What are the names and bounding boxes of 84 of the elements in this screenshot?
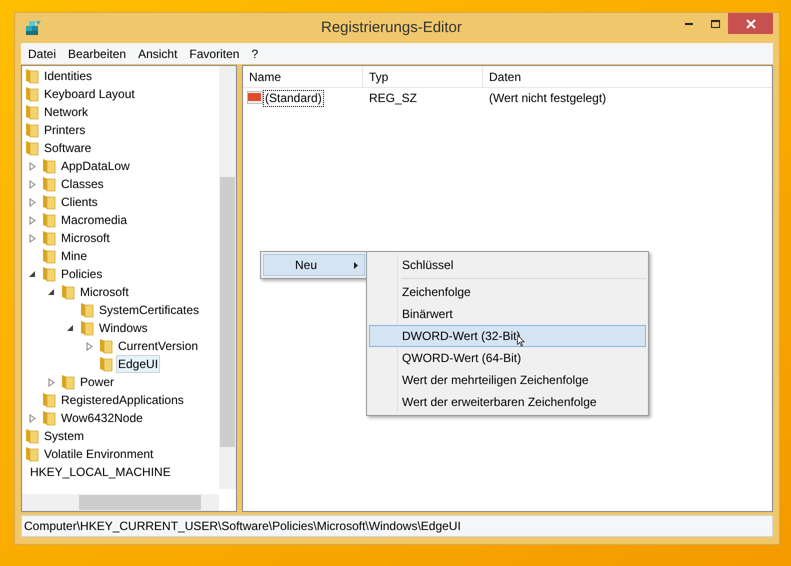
tree-item[interactable]: CurrentVersion <box>116 337 200 355</box>
folder-icon <box>25 122 39 138</box>
tree-item[interactable]: Network <box>42 103 90 121</box>
tree-item[interactable]: Volatile Environment <box>42 445 156 463</box>
tree-item[interactable]: Windows <box>97 319 150 337</box>
menu-item[interactable]: Neu <box>263 254 365 276</box>
expand-arrow-icon[interactable] <box>29 162 36 170</box>
expand-arrow-icon[interactable] <box>29 414 36 422</box>
close-icon <box>746 18 756 28</box>
tree-item[interactable]: AppDataLow <box>59 157 132 175</box>
collapse-arrow-icon[interactable] <box>67 324 74 332</box>
tree-item[interactable]: Classes <box>59 175 106 193</box>
table-cell-text: REG_SZ <box>368 90 418 107</box>
folder-icon <box>42 176 56 192</box>
expand-arrow-icon[interactable] <box>29 234 36 242</box>
expand-arrow-icon[interactable] <box>29 180 36 188</box>
registry-cubes-icon <box>25 20 42 36</box>
column-header[interactable]: Typ <box>363 66 483 87</box>
folder-icon <box>42 194 56 210</box>
tree-item[interactable]: Clients <box>59 193 100 211</box>
string-value-icon <box>247 91 263 105</box>
tree-item[interactable]: HKEY_LOCAL_MACHINE <box>28 463 173 481</box>
folder-icon <box>25 86 39 102</box>
folder-icon <box>25 446 39 462</box>
menu-item[interactable]: Zeichenfolge <box>369 281 646 303</box>
expand-arrow-icon[interactable] <box>48 378 55 386</box>
folder-icon <box>61 374 75 390</box>
menu-item[interactable]: Wert der erweiterbaren Zeichenfolge <box>369 391 646 413</box>
submenu-arrow-icon <box>354 262 358 268</box>
folder-icon <box>25 68 39 84</box>
column-header[interactable]: Name <box>243 66 363 87</box>
tree-item[interactable]: Software <box>42 139 94 157</box>
tree-item[interactable]: Identities <box>42 67 94 85</box>
tree-item[interactable]: EdgeUI <box>116 355 160 373</box>
tree-item[interactable]: Wow6432Node <box>59 409 145 427</box>
menu-item[interactable]: Datei <box>22 44 62 62</box>
menu-item[interactable]: ? <box>245 44 264 62</box>
folder-icon <box>25 140 39 156</box>
expand-arrow-icon[interactable] <box>29 198 36 206</box>
folder-icon <box>99 356 113 372</box>
table-cell: (Standard) <box>263 90 324 106</box>
menu-item[interactable]: Schlüssel <box>369 254 646 276</box>
folder-icon <box>42 248 56 264</box>
menu-item[interactable]: Binärwert <box>369 303 646 325</box>
tree-item[interactable]: Keyboard Layout <box>42 85 137 103</box>
menu-item[interactable]: QWORD-Wert (64-Bit) <box>369 347 646 369</box>
expand-arrow-icon[interactable] <box>86 342 93 350</box>
expand-arrow-icon[interactable] <box>29 216 36 224</box>
menu-item[interactable]: Bearbeiten <box>62 44 132 62</box>
menu-item[interactable]: DWORD-Wert (32-Bit) <box>369 325 646 347</box>
tree-item[interactable]: Microsoft <box>59 229 112 247</box>
tree-item[interactable]: Macromedia <box>59 211 130 229</box>
collapse-arrow-icon[interactable] <box>48 288 55 296</box>
vertical-scrollbar[interactable] <box>219 66 236 489</box>
folder-icon <box>42 212 56 228</box>
table-cell-text: (Wert nicht festgelegt) <box>488 90 606 107</box>
tree-item[interactable]: System <box>42 427 86 445</box>
folder-icon <box>25 104 39 120</box>
tree-item[interactable]: Policies <box>59 265 104 283</box>
folder-icon <box>61 284 75 300</box>
menu-item[interactable]: Wert der mehrteiligen Zeichenfolge <box>369 369 646 391</box>
folder-icon <box>25 428 39 444</box>
folder-icon <box>80 302 94 318</box>
folder-icon <box>80 320 94 336</box>
close-button[interactable] <box>728 13 773 34</box>
window-title: Registrierungs-Editor <box>321 18 462 38</box>
tree-item[interactable]: RegisteredApplications <box>59 391 186 409</box>
folder-icon <box>42 158 56 174</box>
tree-item[interactable]: Microsoft <box>78 283 131 301</box>
menu-item[interactable]: Ansicht <box>132 44 184 62</box>
folder-icon <box>42 392 56 408</box>
tree-item[interactable]: Mine <box>59 247 90 265</box>
menu-item[interactable]: Favoriten <box>183 44 246 62</box>
folder-icon <box>42 266 56 282</box>
status-bar: Computer\HKEY_CURRENT_USER\Software\Policies\Microsoft\Windows\EdgeUI <box>21 515 773 537</box>
folder-icon <box>42 410 56 426</box>
column-header[interactable]: Daten <box>483 66 772 87</box>
folder-icon <box>42 230 56 246</box>
horizontal-scrollbar[interactable] <box>22 494 219 511</box>
tree-item[interactable]: SystemCertificates <box>97 301 202 319</box>
tree-item[interactable]: Printers <box>42 121 88 139</box>
folder-icon <box>99 338 113 354</box>
tree-item[interactable]: Power <box>78 373 116 391</box>
collapse-arrow-icon[interactable] <box>29 270 36 278</box>
